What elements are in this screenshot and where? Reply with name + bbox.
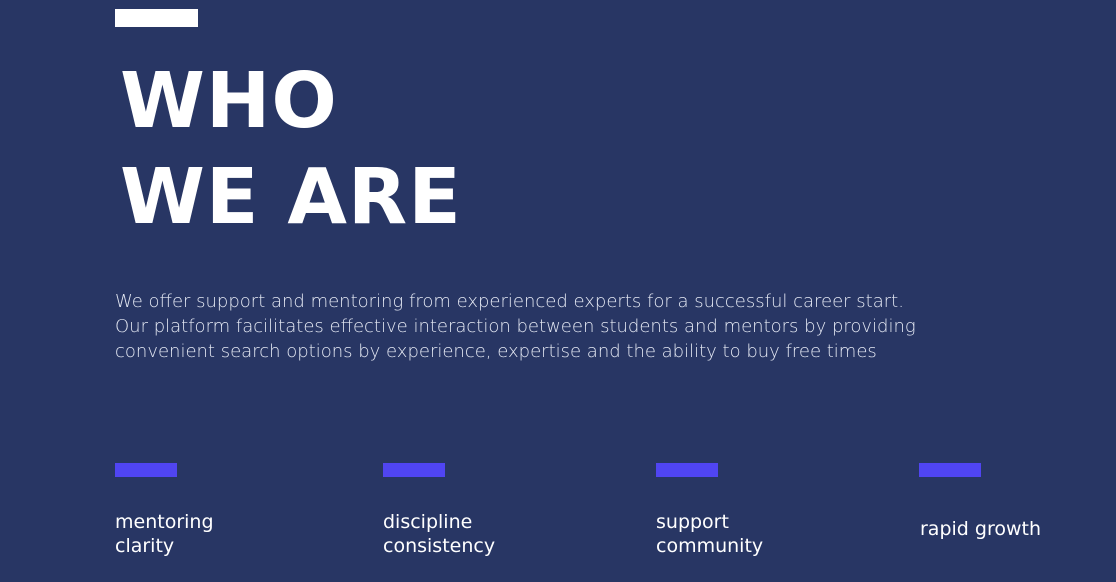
value-label: mentoring clarity (115, 510, 214, 558)
value-item-discipline: discipline consistency (383, 463, 495, 558)
section-description: We offer support and mentoring from expe… (115, 289, 955, 364)
value-item-mentoring: mentoring clarity (115, 463, 214, 558)
value-accent-bar (383, 463, 445, 477)
title-line-we-are: WE ARE (120, 153, 462, 242)
title-line-who: WHO (120, 57, 338, 146)
description-line: Our platform facilitates effective inter… (115, 316, 916, 337)
description-line: We offer support and mentoring from expe… (115, 291, 904, 312)
value-label-line: community (656, 535, 764, 557)
value-label: rapid growth (920, 517, 1041, 541)
value-accent-bar (656, 463, 718, 477)
value-label-line: support (656, 511, 729, 533)
value-label-line: discipline (383, 511, 473, 533)
value-item-support: support community (656, 463, 763, 558)
value-item-rapid-growth: rapid growth (919, 463, 1041, 541)
value-label-line: consistency (383, 535, 496, 557)
value-accent-bar (115, 463, 177, 477)
value-label-line: clarity (115, 535, 175, 557)
value-label-line: rapid growth (920, 518, 1042, 540)
description-line: convenient search options by experience,… (115, 341, 877, 362)
section-accent-bar (115, 9, 198, 27)
value-accent-bar (919, 463, 981, 477)
value-label-line: mentoring (115, 511, 214, 533)
section-title: WHO WE ARE (120, 54, 462, 246)
value-label: support community (656, 510, 763, 558)
value-label: discipline consistency (383, 510, 495, 558)
